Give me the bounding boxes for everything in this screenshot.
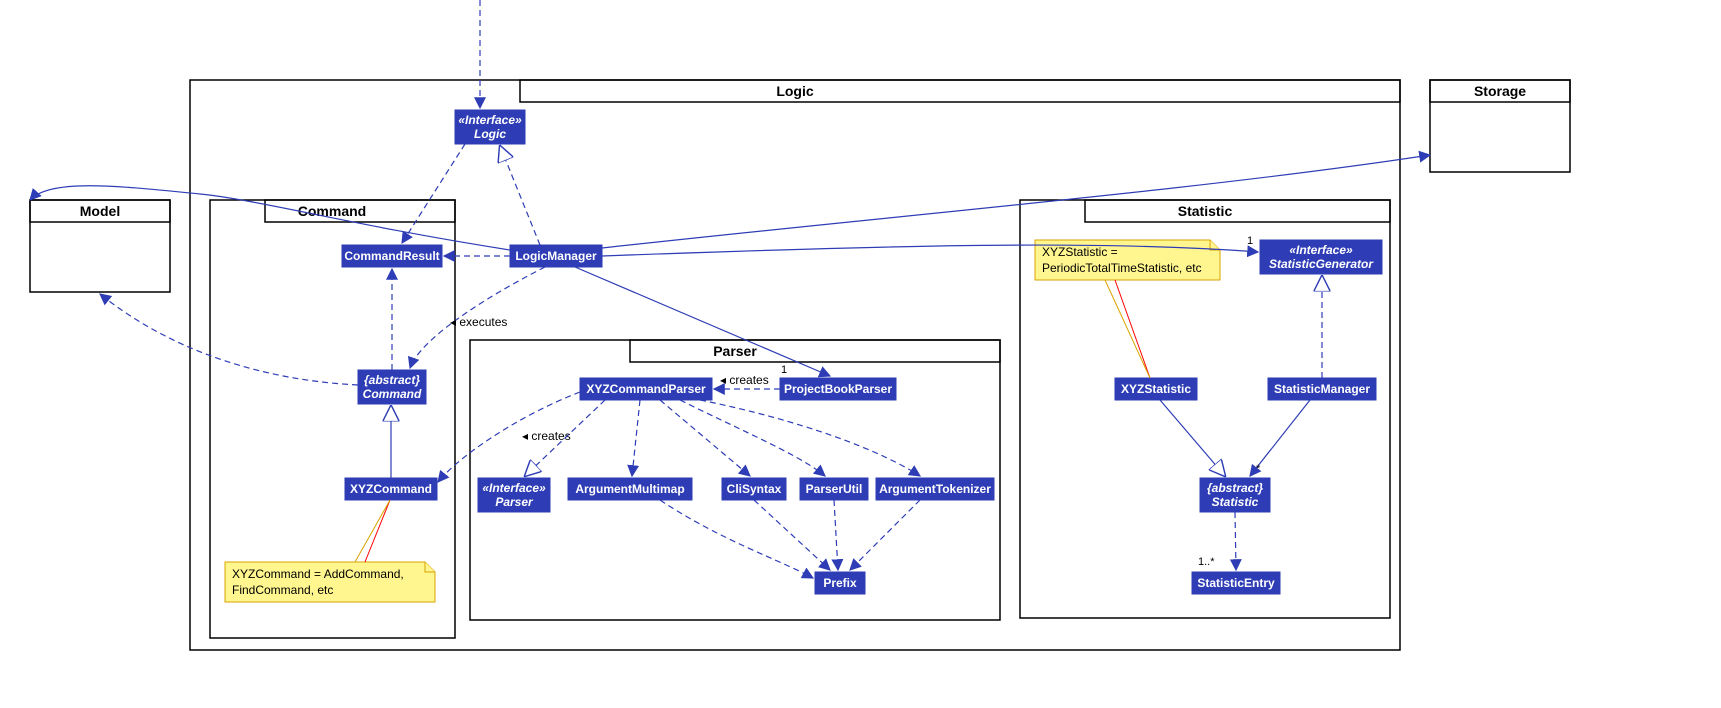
svg-text:FindCommand, etc: FindCommand, etc (232, 583, 333, 597)
package-storage: Storage (1430, 80, 1570, 172)
svg-text:«Interface»: «Interface» (1289, 243, 1353, 257)
node-prefix: Prefix (815, 572, 865, 594)
svg-text:StatisticManager: StatisticManager (1274, 382, 1370, 396)
edge-parserutil-to-prefix (834, 500, 838, 570)
node-argument-multimap: ArgumentMultimap (568, 478, 692, 500)
svg-text:XYZStatistic =: XYZStatistic = (1042, 245, 1118, 259)
svg-text:Logic: Logic (776, 83, 814, 99)
svg-text:Statistic: Statistic (1178, 203, 1233, 219)
svg-text:Logic: Logic (474, 127, 506, 141)
node-logic-manager: LogicManager (510, 245, 602, 267)
svg-text:{abstract}: {abstract} (1207, 481, 1263, 495)
svg-text:ParserUtil: ParserUtil (806, 482, 863, 496)
svg-text:XYZCommandParser: XYZCommandParser (586, 382, 706, 396)
edge-logicmgr-to-pbparser (575, 267, 830, 376)
edge-logicmgr-realizes-logic (500, 146, 540, 245)
svg-text:PeriodicTotalTimeStatistic, et: PeriodicTotalTimeStatistic, etc (1042, 261, 1202, 275)
svg-text:XYZCommand: XYZCommand (350, 482, 432, 496)
node-parser-util: ParserUtil (800, 478, 868, 500)
node-command-result: CommandResult (342, 245, 442, 267)
node-logic-interface: «Interface» Logic (455, 110, 525, 144)
node-command-abstract: {abstract} Command (358, 370, 426, 404)
node-argument-tokenizer: ArgumentTokenizer (876, 478, 994, 500)
svg-text:Parser: Parser (713, 343, 757, 359)
svg-text:Storage: Storage (1474, 83, 1526, 99)
svg-text:«Interface»: «Interface» (482, 481, 546, 495)
svg-text:Statistic: Statistic (1212, 495, 1259, 509)
svg-text:Parser: Parser (495, 495, 534, 509)
svg-text:Command: Command (363, 387, 422, 401)
node-statistic-manager: StatisticManager (1268, 378, 1376, 400)
edge-argtok-to-prefix (850, 500, 920, 570)
package-model: Model (30, 200, 170, 292)
label-creates-1: ◂ creates (720, 373, 769, 387)
edge-clisyntax-to-prefix (754, 500, 830, 570)
node-statistic-generator-interface: «Interface» StatisticGenerator (1260, 240, 1382, 274)
note-xyz-command: XYZCommand = AddCommand, FindCommand, et… (225, 500, 435, 602)
label-creates-2: ◂ creates (522, 429, 571, 443)
node-parser-interface: «Interface» Parser (478, 478, 550, 512)
mult-stat-star: * (1256, 463, 1261, 475)
edge-xyzparser-to-argmulti (632, 400, 640, 476)
node-xyz-statistic: XYZStatistic (1115, 378, 1197, 400)
svg-text:XYZStatistic: XYZStatistic (1121, 382, 1191, 396)
svg-text:StatisticGenerator: StatisticGenerator (1269, 257, 1374, 271)
mult-pbparser-1: 1 (781, 364, 787, 376)
svg-text:Model: Model (80, 203, 120, 219)
svg-text:«Interface»: «Interface» (458, 113, 522, 127)
uml-diagram: Model Storage Logic Command Parser Stati… (0, 0, 1721, 708)
node-statistic-entry: StatisticEntry (1192, 572, 1280, 594)
edge-xyzparser-to-clisyntax (660, 400, 750, 476)
svg-text:{abstract}: {abstract} (364, 373, 420, 387)
label-executes: ◂ executes (450, 315, 507, 329)
edge-argmulti-to-prefix (660, 500, 813, 578)
node-xyz-command: XYZCommand (345, 478, 437, 500)
edge-xyzstat-gen-stat (1160, 400, 1225, 476)
svg-text:CliSyntax: CliSyntax (727, 482, 782, 496)
node-project-book-parser: ProjectBookParser (780, 378, 896, 400)
edge-stat-to-entry (1235, 512, 1236, 570)
svg-text:CommandResult: CommandResult (344, 249, 439, 263)
svg-text:LogicManager: LogicManager (515, 249, 597, 263)
edge-xyzparser-to-argtok (700, 400, 920, 476)
svg-text:Command: Command (298, 203, 366, 219)
svg-text:ArgumentTokenizer: ArgumentTokenizer (879, 482, 991, 496)
svg-text:ProjectBookParser: ProjectBookParser (784, 382, 892, 396)
mult-statgen-1: 1 (1247, 235, 1253, 247)
svg-text:Prefix: Prefix (823, 576, 857, 590)
mult-entry-1star: 1..* (1198, 556, 1215, 568)
svg-text:ArgumentMultimap: ArgumentMultimap (575, 482, 684, 496)
note-xyz-statistic: XYZStatistic = PeriodicTotalTimeStatisti… (1035, 240, 1220, 378)
node-cli-syntax: CliSyntax (722, 478, 786, 500)
svg-text:StatisticEntry: StatisticEntry (1197, 576, 1275, 590)
edge-logicmgr-to-storage (602, 155, 1430, 248)
edge-cmd-to-model (100, 294, 358, 385)
node-xyz-command-parser: XYZCommandParser (580, 378, 712, 400)
node-statistic-abstract: {abstract} Statistic (1200, 478, 1270, 512)
svg-text:XYZCommand = AddCommand,: XYZCommand = AddCommand, (232, 567, 404, 581)
